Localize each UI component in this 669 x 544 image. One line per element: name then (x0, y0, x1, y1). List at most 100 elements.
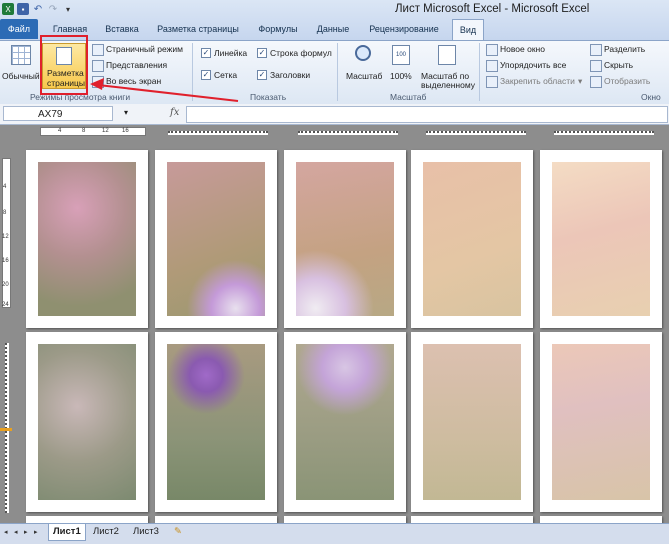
ruler-segment (298, 131, 398, 135)
ruler-marker (0, 428, 12, 431)
gridlines-label: Сетка (214, 70, 238, 80)
formula-bar-checkbox[interactable]: ✓ (257, 48, 267, 58)
fullscreen-icon (92, 76, 104, 88)
normal-view-button[interactable]: Обычный (2, 43, 40, 87)
page[interactable] (284, 516, 406, 523)
formula-bar: AX79 ▾ fx (0, 104, 669, 125)
page-image (296, 344, 394, 500)
tab-formulas[interactable]: Формулы (252, 19, 304, 39)
zoom-100-icon: 100 (392, 45, 410, 65)
page-image (38, 344, 136, 500)
ribbon-tabs: Файл Главная Вставка Разметка страницы Ф… (0, 19, 669, 40)
tab-view[interactable]: Вид (452, 19, 484, 40)
arrange-all-button[interactable]: Упорядочить все (500, 60, 566, 70)
page-image (552, 162, 650, 316)
tab-data[interactable]: Данные (310, 19, 356, 39)
page[interactable] (540, 150, 662, 328)
name-box-dropdown-icon[interactable]: ▾ (124, 108, 128, 117)
ruler-segment (40, 127, 146, 136)
highlight-box (40, 35, 88, 95)
custom-views-button[interactable]: Представления (106, 60, 167, 70)
page[interactable] (411, 516, 533, 523)
sheet-tab-3[interactable]: Лист3 (129, 524, 163, 540)
page[interactable] (411, 150, 533, 328)
split-icon (590, 44, 602, 56)
page[interactable] (411, 332, 533, 512)
sheet-tab-2[interactable]: Лист2 (89, 524, 123, 540)
normal-view-label: Обычный (2, 71, 40, 81)
group-separator (479, 43, 480, 101)
save-icon[interactable]: ▪ (17, 3, 29, 15)
zoom-button[interactable]: Масштаб (342, 43, 384, 87)
unhide-icon (590, 76, 602, 88)
tab-file[interactable]: Файл (0, 19, 38, 39)
customize-qat-icon[interactable]: ▾ (62, 3, 74, 15)
formula-input[interactable] (186, 106, 668, 123)
fx-icon[interactable]: fx (170, 107, 179, 118)
page[interactable] (284, 150, 406, 328)
zoom-label: Масштаб (346, 71, 383, 81)
formula-bar-label: Строка формул (270, 48, 332, 58)
excel-icon[interactable]: X (2, 3, 14, 15)
page-image (423, 344, 521, 500)
hide-button[interactable]: Скрыть (604, 60, 633, 70)
split-button[interactable]: Разделить (604, 44, 645, 54)
ruler-tick-label: 8 (3, 210, 7, 216)
next-sheet-icon[interactable]: ▸ (24, 528, 32, 536)
zoom-to-selection-button[interactable]: Масштаб по выделенному (418, 43, 476, 90)
tab-review[interactable]: Рецензирование (364, 19, 444, 39)
page[interactable] (26, 150, 148, 328)
new-window-icon (486, 44, 498, 56)
hide-icon (590, 60, 602, 72)
ruler-segment (554, 131, 654, 135)
zoom-100-label: 100% (390, 71, 412, 81)
ruler-tick-label: 12 (2, 234, 9, 240)
headings-checkbox[interactable]: ✓ (257, 70, 267, 80)
freeze-panes-button[interactable]: Закрепить области (500, 76, 575, 86)
zoom-group-label: Масштаб (390, 92, 427, 102)
page-break-button[interactable]: Страничный режим (106, 44, 183, 54)
ribbon: Обычный Разметка страницы Страничный реж… (0, 40, 669, 105)
unhide-button[interactable]: Отобразить (604, 76, 650, 86)
page[interactable] (155, 150, 277, 328)
worksheet-page-layout[interactable] (14, 138, 669, 523)
insert-sheet-icon[interactable]: ✎ (170, 524, 186, 540)
freeze-dropdown-icon[interactable]: ▾ (578, 76, 582, 87)
page[interactable] (26, 332, 148, 512)
page[interactable] (540, 516, 662, 523)
last-sheet-icon[interactable]: ▸ (34, 528, 42, 536)
ruler-tick-label: 16 (2, 258, 9, 264)
page-image (423, 162, 521, 316)
window-group-label: Окно (641, 92, 661, 102)
sheet-tab-bar: ◂ ◂ ▸ ▸ Лист1 Лист2 Лист3 ✎ (0, 523, 669, 544)
fullscreen-button[interactable]: Во весь экран (106, 76, 161, 86)
page[interactable] (284, 332, 406, 512)
tab-page-layout[interactable]: Разметка страницы (152, 19, 244, 39)
page-image (167, 162, 265, 316)
page[interactable] (540, 332, 662, 512)
zoom-100-button[interactable]: 100 100% (388, 43, 414, 87)
undo-icon[interactable]: ↶ (32, 3, 44, 15)
page-break-icon (92, 44, 104, 56)
ruler-checkbox[interactable]: ✓ (201, 48, 211, 58)
sheet-tab-1[interactable]: Лист1 (48, 524, 86, 541)
ruler-segment (426, 131, 526, 135)
page[interactable] (26, 516, 148, 523)
ruler-tick-label: 20 (2, 282, 9, 288)
ruler-tick-label: 12 (102, 128, 109, 134)
headings-label: Заголовки (270, 70, 311, 80)
zoom-selection-icon (438, 45, 456, 65)
tab-insert[interactable]: Вставка (100, 19, 144, 39)
page[interactable] (155, 332, 277, 512)
new-window-button[interactable]: Новое окно (500, 44, 545, 54)
zoom-selection-label-2: выделенному (421, 80, 476, 90)
name-box[interactable]: AX79 (3, 106, 113, 121)
page[interactable] (155, 516, 277, 523)
gridlines-checkbox[interactable]: ✓ (201, 70, 211, 80)
vertical-ruler: 4 8 12 16 20 24 (0, 138, 12, 523)
title-bar: X ▪ ↶ ↷ ▾ Лист Microsoft Excel - Microso… (0, 0, 669, 40)
prev-sheet-icon[interactable]: ◂ (14, 528, 22, 536)
first-sheet-icon[interactable]: ◂ (4, 528, 12, 536)
redo-icon[interactable]: ↷ (47, 3, 59, 15)
horizontal-ruler: 4 8 12 16 (14, 126, 669, 138)
